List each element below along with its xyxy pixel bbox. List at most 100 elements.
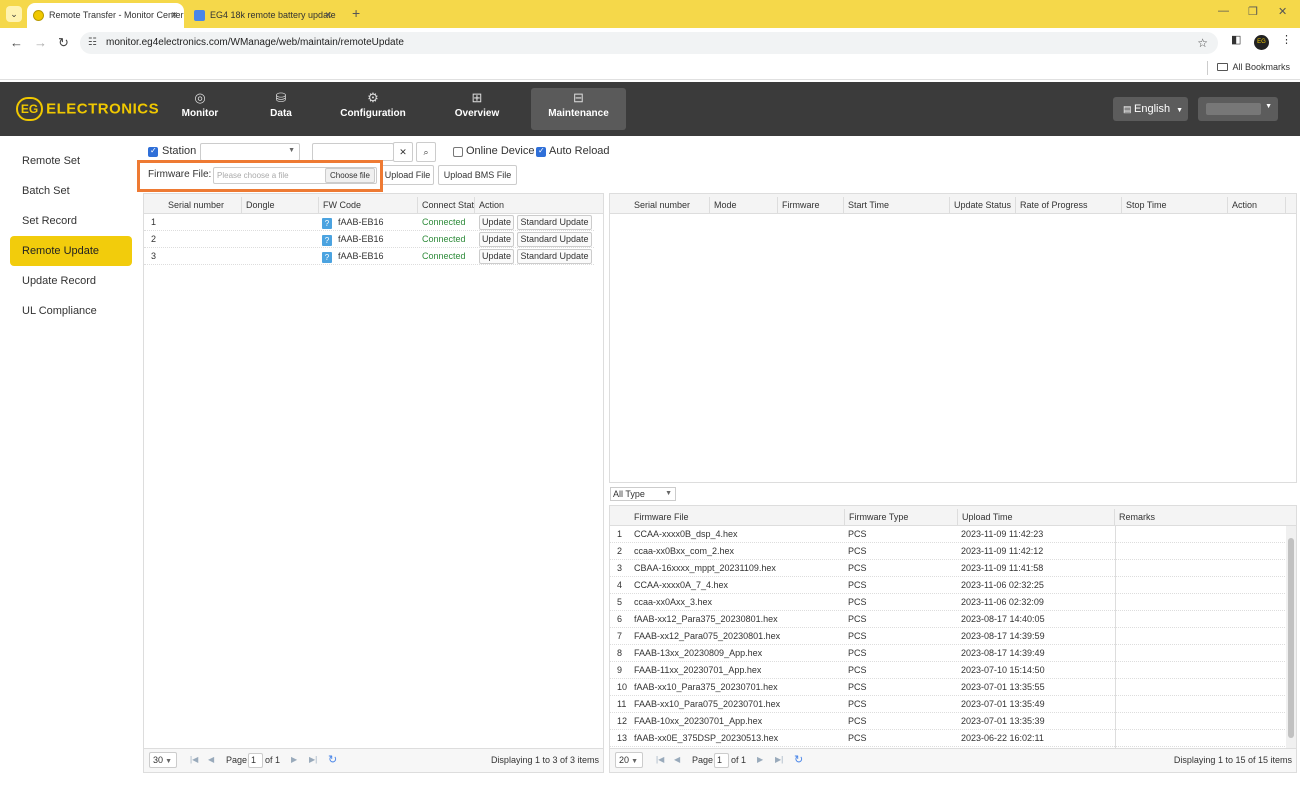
col-action[interactable]: Action <box>475 197 595 213</box>
url-field[interactable]: ☷ monitor.eg4electronics.com/WManage/web… <box>80 32 1218 54</box>
sidebar-item-batch-set[interactable]: Batch Set <box>10 176 132 206</box>
restore-icon[interactable]: ❐ <box>1248 5 1258 18</box>
station-checkbox[interactable] <box>148 146 158 157</box>
update-button[interactable]: Update <box>479 215 514 230</box>
table-row[interactable]: 6 fAAB-xx12_Para375_20230801.hex PCS 2023-0… <box>610 611 1287 628</box>
online-device-checkbox[interactable] <box>453 147 463 157</box>
col-firmware[interactable]: Firmware <box>778 197 844 213</box>
col-serial-number[interactable]: Serial number <box>630 197 710 213</box>
prev-page-icon[interactable]: ◀ <box>674 755 680 764</box>
table-row[interactable]: 1 CCAA-xxxx0B_dsp_4.hex PCS 2023-11-09 11:4… <box>610 526 1287 543</box>
station-select[interactable]: ▼ <box>200 143 300 161</box>
first-page-icon[interactable]: |◀ <box>190 755 198 764</box>
browser-tab-active[interactable]: Remote Transfer - Monitor Center ✕ <box>27 3 184 28</box>
nav-configuration[interactable]: ⚙ Configuration <box>332 88 414 130</box>
nav-monitor[interactable]: ◎ Monitor <box>159 88 241 130</box>
upload-bms-file-button[interactable]: Upload BMS File <box>438 165 517 185</box>
auto-reload-checkbox[interactable] <box>536 146 546 157</box>
page-size-select[interactable]: 30 ▼ <box>149 752 177 768</box>
table-row[interactable]: 13 fAAB-xx0E_375DSP_20230513.hex PCS 2023-0… <box>610 730 1287 747</box>
menu-kebab-icon[interactable]: ⋮ <box>1281 33 1292 46</box>
side-panel-icon[interactable]: ◧ <box>1231 33 1241 46</box>
table-row[interactable]: 5 ccaa-xx0Axx_3.hex PCS 2023-11-06 02:32:09 <box>610 594 1287 611</box>
refresh-icon[interactable]: ↻ <box>794 753 803 766</box>
update-button[interactable]: Update <box>479 249 514 264</box>
table-row[interactable]: 7 FAAB-xx12_Para075_20230801.hex PCS 2023-0… <box>610 628 1287 645</box>
forward-icon[interactable]: → <box>34 35 47 50</box>
col-rate-of-progress[interactable]: Rate of Progress <box>1016 197 1122 213</box>
sidebar-item-remote-set[interactable]: Remote Set <box>10 146 132 176</box>
bookmark-star-icon[interactable]: ☆ <box>1197 32 1208 54</box>
language-select[interactable]: ▤ English ▼ <box>1113 97 1188 121</box>
minimize-icon[interactable]: — <box>1218 5 1229 17</box>
sidebar-item-set-record[interactable]: Set Record <box>10 206 132 236</box>
sidebar-item-remote-update[interactable]: Remote Update <box>10 236 132 266</box>
question-icon[interactable]: ? <box>322 235 332 246</box>
eg4-logo[interactable]: EG ELECTRONICS <box>16 97 159 121</box>
sidebar-item-update-record[interactable]: Update Record <box>10 266 132 296</box>
table-row[interactable]: 4 CCAA-xxxx0A_7_4.hex PCS 2023-11-06 02:32:… <box>610 577 1287 594</box>
nav-data[interactable]: ⛁ Data <box>240 88 322 130</box>
close-window-icon[interactable]: ✕ <box>1278 5 1287 18</box>
new-tab-icon[interactable]: + <box>352 5 360 21</box>
all-bookmarks[interactable]: All Bookmarks <box>1217 62 1290 72</box>
standard-update-button[interactable]: Standard Update <box>517 232 592 247</box>
last-page-icon[interactable]: ▶| <box>775 755 783 764</box>
browser-tab[interactable]: EG4 18k remote battery update ✕ <box>188 3 338 28</box>
col-serial-number[interactable]: Serial number <box>164 197 242 213</box>
question-icon[interactable]: ? <box>322 252 332 263</box>
close-icon[interactable]: ✕ <box>170 3 178 28</box>
standard-update-button[interactable]: Standard Update <box>517 215 592 230</box>
clear-icon[interactable]: ✕ <box>393 142 413 162</box>
search-icon[interactable]: ⌕ <box>416 142 436 162</box>
table-row[interactable]: 2 ccaa-xx0Bxx_com_2.hex PCS 2023-11-09 11:4… <box>610 543 1287 560</box>
col-fw-code[interactable]: FW Code <box>319 197 418 213</box>
reload-icon[interactable]: ↻ <box>58 35 69 51</box>
back-icon[interactable]: ← <box>10 35 23 50</box>
col-connect-status[interactable]: Connect Status <box>418 197 475 213</box>
col-stop-time[interactable]: Stop Time <box>1122 197 1228 213</box>
col-firmware-type[interactable]: Firmware Type <box>845 509 958 525</box>
profile-avatar[interactable]: EG <box>1254 35 1269 50</box>
col-update-status[interactable]: Update Status <box>950 197 1016 213</box>
table-row[interactable]: 8 FAAB-13xx_20230809_App.hex PCS 2023-08-17… <box>610 645 1287 662</box>
col-action[interactable]: Action <box>1228 197 1286 213</box>
page-input[interactable]: 1 <box>248 753 263 768</box>
update-button[interactable]: Update <box>479 232 514 247</box>
question-icon[interactable]: ? <box>322 218 332 229</box>
site-settings-icon[interactable]: ☷ <box>88 32 97 54</box>
user-menu[interactable]: ▼ <box>1198 97 1278 121</box>
table-row[interactable]: 1 ? fAAB-EB16 Connected Update Standard U… <box>144 214 594 231</box>
table-row[interactable]: 12 FAAB-10xx_20230701_App.hex PCS 2023-07-0… <box>610 713 1287 730</box>
table-row[interactable]: 3 ? fAAB-EB16 Connected Update Standard U… <box>144 248 594 265</box>
tab-search-icon[interactable]: ⌄ <box>6 6 22 22</box>
next-page-icon[interactable]: ▶ <box>757 755 763 764</box>
firmware-type-select[interactable]: All Type ▼ <box>610 487 676 501</box>
table-row[interactable]: 11 FAAB-xx10_Para075_20230701.hex PCS 2023-… <box>610 696 1287 713</box>
table-row[interactable]: 2 ? fAAB-EB16 Connected Update Standard U… <box>144 231 594 248</box>
sidebar-item-ul-compliance[interactable]: UL Compliance <box>10 296 132 326</box>
close-icon[interactable]: ✕ <box>324 3 332 28</box>
last-page-icon[interactable]: ▶| <box>309 755 317 764</box>
nav-maintenance[interactable]: ⊟ Maintenance <box>531 88 626 130</box>
firmware-scrollbar[interactable] <box>1286 526 1296 750</box>
table-row[interactable]: 9 FAAB-11xx_20230701_App.hex PCS 2023-07-10… <box>610 662 1287 679</box>
page-input[interactable]: 1 <box>714 753 729 768</box>
col-dongle[interactable]: Dongle <box>242 197 319 213</box>
table-row[interactable]: 10 fAAB-xx10_Para375_20230701.hex PCS 2023-… <box>610 679 1287 696</box>
col-remarks[interactable]: Remarks <box>1115 509 1287 525</box>
upload-file-button[interactable]: Upload File <box>381 165 434 185</box>
refresh-icon[interactable]: ↻ <box>328 753 337 766</box>
scrollbar-thumb[interactable] <box>1288 538 1294 738</box>
first-page-icon[interactable]: |◀ <box>656 755 664 764</box>
prev-page-icon[interactable]: ◀ <box>208 755 214 764</box>
col-start-time[interactable]: Start Time <box>844 197 950 213</box>
col-mode[interactable]: Mode <box>710 197 778 213</box>
col-firmware-file[interactable]: Firmware File <box>630 509 845 525</box>
page-size-select[interactable]: 20 ▼ <box>615 752 643 768</box>
table-row[interactable]: 3 CBAA-16xxxx_mppt_20231109.hex PCS 2023-11… <box>610 560 1287 577</box>
next-page-icon[interactable]: ▶ <box>291 755 297 764</box>
search-input[interactable] <box>312 143 394 161</box>
col-upload-time[interactable]: Upload Time <box>958 509 1115 525</box>
standard-update-button[interactable]: Standard Update <box>517 249 592 264</box>
